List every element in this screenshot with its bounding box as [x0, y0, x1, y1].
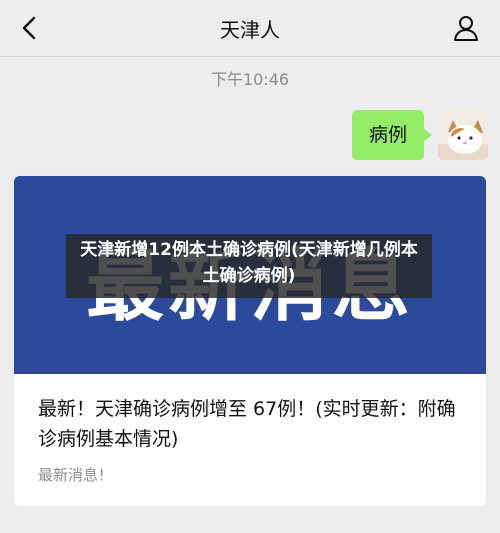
- overlay-title: 天津新增12例本土确诊病例(天津新增几例本土确诊病例): [80, 240, 418, 286]
- message-timestamp: 下午10:46: [210, 70, 290, 89]
- chat-header: 天津人: [0, 0, 500, 57]
- article-card[interactable]: 最新消息 最新！天津确诊病例增至 67例！(实时更新：附确诊病例基本情况) 最新…: [14, 176, 486, 506]
- profile-button[interactable]: [452, 14, 480, 42]
- cat-avatar-icon: [438, 110, 488, 160]
- message-text: 病例: [368, 124, 407, 146]
- avatar[interactable]: [438, 110, 488, 160]
- article-title: 最新！天津确诊病例增至 67例！(实时更新：附确诊病例基本情况): [38, 398, 456, 450]
- message-bubble[interactable]: 病例: [352, 110, 432, 160]
- chat-title: 天津人: [220, 18, 280, 42]
- person-icon: [454, 16, 478, 41]
- caption-overlay: 天津新增12例本土确诊病例(天津新增几例本土确诊病例): [66, 234, 432, 298]
- article-source: 最新消息！: [38, 466, 114, 484]
